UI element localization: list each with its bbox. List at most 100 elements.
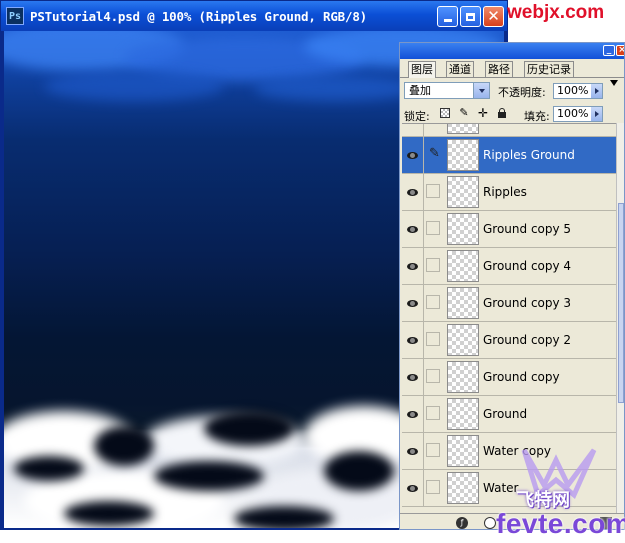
layer-name: Ripples Ground [483, 148, 575, 162]
eye-icon [407, 373, 418, 381]
lock-move-icon[interactable]: ✛ [478, 107, 488, 119]
layer-thumbnail [447, 361, 479, 393]
layer-thumbnail [447, 324, 479, 356]
layer-thumbnail [447, 472, 479, 504]
visibility-toggle[interactable] [402, 433, 424, 469]
link-toggle[interactable] [426, 332, 440, 346]
fill-field[interactable]: 100% [553, 106, 603, 122]
lock-transparency-icon[interactable] [440, 108, 450, 118]
eye-icon [407, 151, 418, 159]
layer-name: Ground copy 4 [483, 259, 572, 273]
panel-minimize-button[interactable]: _ [603, 45, 615, 56]
layer-thumbnail [447, 287, 479, 319]
opacity-label: 不透明度: [498, 86, 546, 99]
watermark-fevte: 飞特网 fevte.com [494, 440, 625, 543]
link-toggle[interactable] [426, 406, 440, 420]
chevron-down-icon [473, 83, 489, 98]
layer-row[interactable]: Ripples [402, 174, 616, 211]
document-titlebar[interactable]: Ps PSTutorial4.psd @ 100% (Ripples Groun… [1, 1, 507, 31]
maximize-button[interactable] [460, 6, 481, 27]
visibility-toggle[interactable] [402, 248, 424, 284]
maximize-icon [466, 12, 475, 21]
visibility-toggle[interactable] [402, 174, 424, 210]
layer-thumbnail [447, 124, 479, 134]
layer-thumbnail [447, 398, 479, 430]
link-toggle[interactable] [426, 295, 440, 309]
tab-channels[interactable]: 通道 [446, 61, 474, 77]
layer-name: Ground copy 2 [483, 333, 572, 347]
layer-style-icon[interactable]: ƒ [456, 517, 468, 529]
link-toggle[interactable] [426, 443, 440, 457]
ground-shadow [154, 461, 264, 491]
layer-thumbnail [447, 250, 479, 282]
layer-row[interactable]: Ground copy 4 [402, 248, 616, 285]
ground-shadow [94, 426, 154, 466]
watermark-webjx: webjx.com [507, 2, 605, 23]
layer-row[interactable]: Ground [402, 396, 616, 433]
panel-close-button[interactable]: × [616, 45, 624, 56]
panel-tabs: 图层 通道 路径 历史记录 [400, 59, 624, 86]
minimize-button[interactable] [437, 6, 458, 27]
lock-paint-brush-icon[interactable]: ✎ [459, 107, 469, 118]
visibility-toggle[interactable] [402, 285, 424, 321]
blend-mode-select[interactable]: 叠加 [404, 82, 490, 99]
layer-name: Ground [483, 407, 528, 421]
close-button[interactable]: ✕ [483, 6, 504, 27]
sky-cloud [254, 76, 414, 101]
fill-slider-arrow-icon[interactable] [591, 107, 602, 121]
layer-thumbnail [447, 176, 479, 208]
fill-label: 填充: [524, 110, 550, 123]
layer-thumbnail [447, 139, 479, 171]
blend-mode-value: 叠加 [409, 84, 431, 97]
eye-icon [407, 299, 418, 307]
eye-icon [407, 447, 418, 455]
layer-row[interactable]: Ground copy [402, 359, 616, 396]
photoshop-doc-icon: Ps [6, 7, 24, 25]
link-toggle[interactable] [426, 258, 440, 272]
ground-shadow [234, 506, 334, 528]
visibility-toggle[interactable] [402, 396, 424, 432]
eye-icon [407, 188, 418, 196]
layer-row[interactable]: ✎ Ripples Ground [402, 137, 616, 174]
visibility-toggle[interactable] [402, 211, 424, 247]
opacity-field[interactable]: 100% [553, 83, 603, 99]
tab-paths[interactable]: 路径 [485, 61, 513, 77]
opacity-slider-arrow-icon[interactable] [591, 84, 602, 98]
lock-label: 锁定: [404, 110, 430, 123]
link-toggle[interactable] [426, 369, 440, 383]
link-toggle[interactable] [426, 221, 440, 235]
visibility-toggle[interactable] [402, 322, 424, 358]
minimize-icon [443, 19, 452, 22]
scrollbar-thumb[interactable] [618, 203, 624, 403]
visibility-toggle[interactable] [402, 470, 424, 506]
layer-row[interactable]: Ground copy 3 [402, 285, 616, 322]
watermark-site-text: fevte.com [496, 508, 625, 539]
link-toggle[interactable] [426, 184, 440, 198]
layer-name: Ripples [483, 185, 527, 199]
eye-icon [407, 410, 418, 418]
tab-history[interactable]: 历史记录 [524, 61, 574, 77]
eye-icon [407, 262, 418, 270]
ground-shadow [204, 411, 294, 446]
blend-row: 叠加 不透明度: 100% [400, 80, 624, 102]
layer-row[interactable]: Ground copy 2 [402, 322, 616, 359]
fill-value: 100% [557, 107, 589, 120]
layer-row[interactable]: Ground copy 5 [402, 211, 616, 248]
visibility-toggle[interactable] [402, 359, 424, 395]
opacity-value: 100% [557, 84, 589, 97]
visibility-toggle[interactable] [402, 124, 424, 136]
sky-cloud [44, 71, 224, 101]
tab-layers[interactable]: 图层 [408, 61, 436, 78]
ground-shadow [14, 456, 84, 481]
layer-name: Ground copy 3 [483, 296, 572, 310]
layer-thumbnail [447, 435, 479, 467]
paintbrush-icon: ✎ [429, 146, 440, 161]
lock-all-icon[interactable] [497, 108, 507, 118]
link-toggle[interactable] [426, 123, 440, 124]
layer-thumbnail [447, 213, 479, 245]
eye-icon [407, 225, 418, 233]
layer-row[interactable] [402, 123, 616, 137]
link-toggle[interactable] [426, 480, 440, 494]
panel-titlebar[interactable]: _ × [400, 43, 624, 59]
visibility-toggle[interactable] [402, 137, 424, 173]
